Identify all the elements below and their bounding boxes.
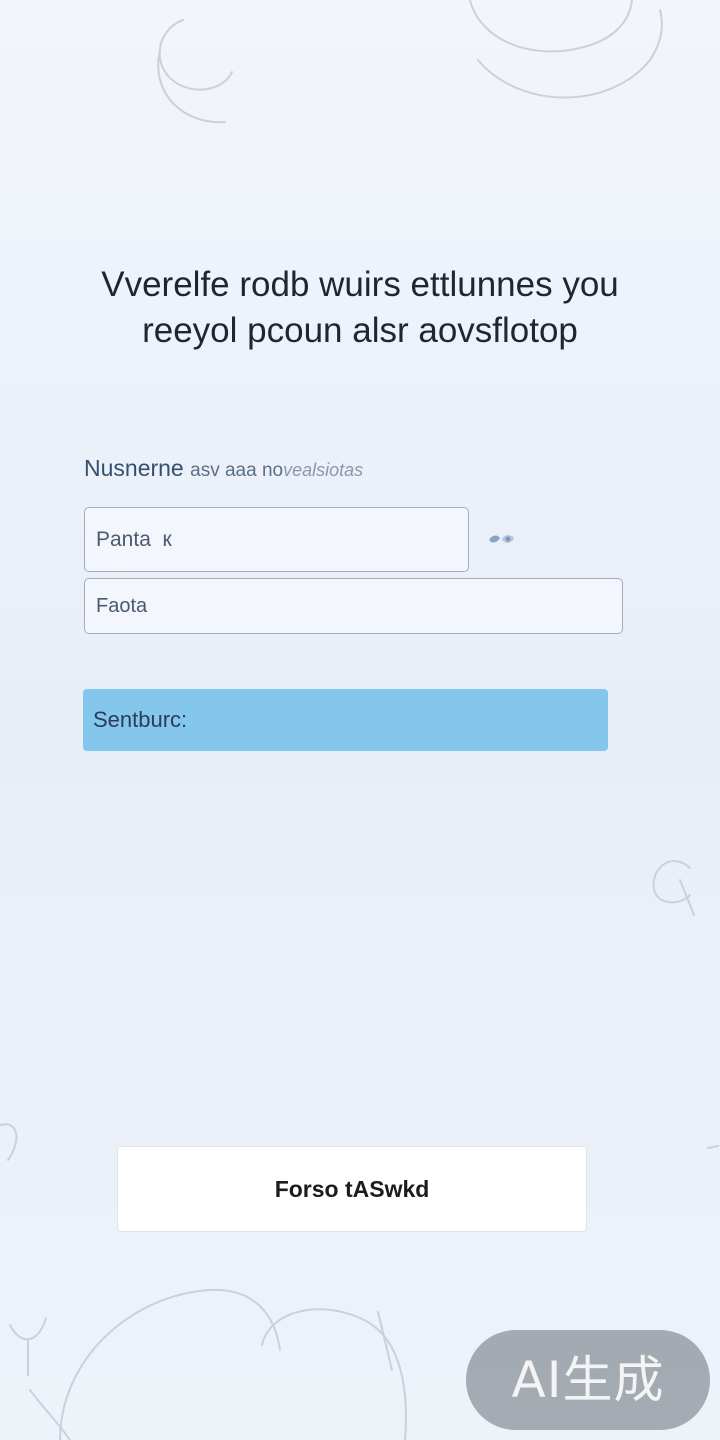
- headline-line-2: reeyol pcoun alsr aovsflotoр: [142, 311, 578, 350]
- submit-button[interactable]: Sentburc:: [83, 689, 608, 751]
- username-input[interactable]: [84, 507, 469, 572]
- field-label-part-1: Nusnerne: [84, 455, 184, 481]
- field-label-part-3: vealsiotas: [283, 460, 364, 480]
- page-headline: Vverelfe rodb wuirs ettlunnes you reeyol…: [60, 262, 660, 354]
- field-label: Nusnerne asv aaa novealsiotas: [84, 455, 363, 482]
- eye-icon[interactable]: [484, 526, 520, 554]
- field-label-part-2: asv aaa no: [190, 460, 284, 481]
- ai-generated-watermark: AI生成: [466, 1330, 710, 1430]
- password-input[interactable]: [84, 578, 623, 634]
- headline-line-1: Vverelfe rodb wuirs ettlunnes you: [101, 265, 619, 304]
- forgot-password-button[interactable]: Forso tASwkd: [117, 1146, 587, 1232]
